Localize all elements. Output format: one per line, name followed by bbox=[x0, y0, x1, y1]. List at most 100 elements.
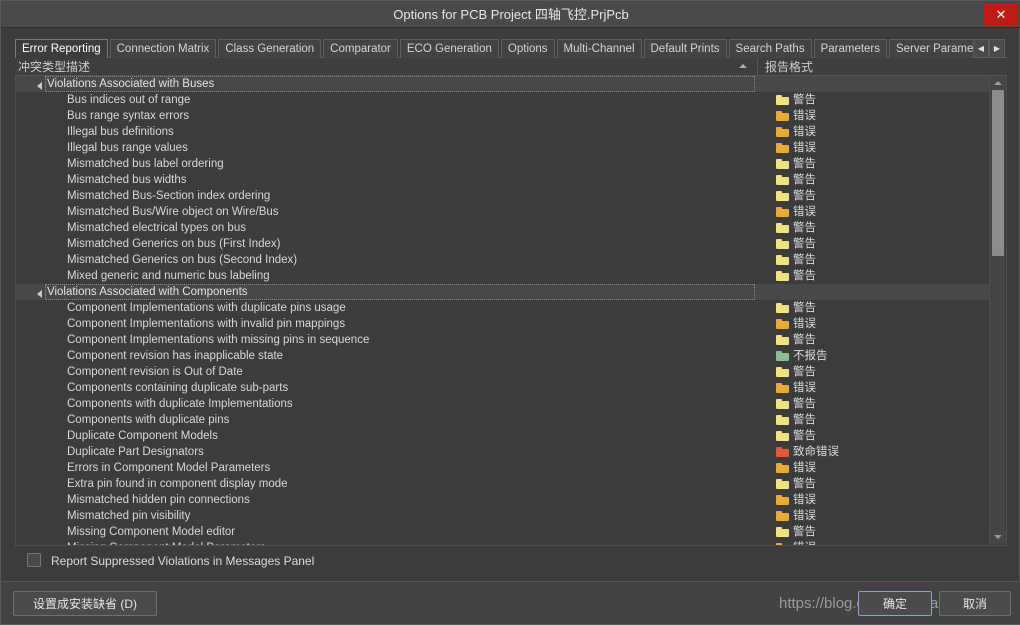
violation-name: Violations Associated with Buses bbox=[47, 78, 215, 90]
tab-comparator[interactable]: Comparator bbox=[323, 39, 398, 58]
violation-row[interactable]: Component Implementations with missing p… bbox=[16, 332, 990, 348]
tab-options[interactable]: Options bbox=[500, 39, 555, 58]
tab-search-paths[interactable]: Search Paths bbox=[728, 39, 812, 58]
report-mode-label: 警告 bbox=[793, 430, 816, 442]
column-header-description-label: 冲突类型描述 bbox=[18, 60, 91, 74]
folder-icon bbox=[776, 447, 789, 457]
violation-row[interactable]: Components with duplicate pins 警告 bbox=[16, 412, 990, 428]
folder-icon bbox=[776, 351, 789, 361]
folder-icon bbox=[776, 271, 789, 281]
violation-row[interactable]: Duplicate Component Models 警告 bbox=[16, 428, 990, 444]
violation-row[interactable]: Mixed generic and numeric bus labeling 警告 bbox=[16, 268, 990, 284]
tab-error-reporting[interactable]: Error Reporting bbox=[15, 39, 108, 58]
violation-row[interactable]: Mismatched pin visibility 错误 bbox=[16, 508, 990, 524]
column-header-description[interactable]: 冲突类型描述 bbox=[15, 58, 758, 76]
folder-icon bbox=[776, 383, 789, 393]
folder-icon bbox=[776, 415, 789, 425]
violation-name: Component Implementations with missing p… bbox=[67, 334, 370, 346]
column-header-report-mode[interactable]: 报告格式 bbox=[759, 58, 988, 76]
report-suppressed-row: Report Suppressed Violations in Messages… bbox=[15, 549, 1007, 573]
report-mode-label: 警告 bbox=[793, 334, 816, 346]
report-mode-label: 警告 bbox=[793, 478, 816, 490]
tab-scroll-left-icon[interactable]: ◀ bbox=[973, 39, 989, 58]
violation-row[interactable]: Missing Component Model editor 警告 bbox=[16, 524, 990, 540]
violation-group-row[interactable]: Violations Associated with Components bbox=[16, 284, 990, 300]
cancel-button[interactable]: 取消 bbox=[939, 591, 1011, 616]
violation-name: Bus indices out of range bbox=[67, 94, 191, 106]
violation-row[interactable]: Bus indices out of range 警告 bbox=[16, 92, 990, 108]
violation-group-row[interactable]: Violations Associated with Buses bbox=[16, 76, 990, 92]
collapse-arrow-icon[interactable] bbox=[37, 82, 42, 90]
violation-row[interactable]: Missing Component Model Parameters 错误 bbox=[16, 540, 990, 545]
folder-icon bbox=[776, 223, 789, 233]
violations-list-rows: Violations Associated with Buses Bus indi… bbox=[16, 76, 990, 545]
tab-connection-matrix[interactable]: Connection Matrix bbox=[109, 39, 217, 58]
report-mode-label: 错误 bbox=[793, 494, 816, 506]
scroll-down-icon[interactable] bbox=[990, 530, 1006, 544]
tab-label: Error Reporting bbox=[22, 43, 101, 55]
set-install-defaults-button[interactable]: 设置成安装缺省 (D) bbox=[13, 591, 157, 616]
violation-name: Components with duplicate pins bbox=[67, 414, 230, 426]
violation-row[interactable]: Extra pin found in component display mod… bbox=[16, 476, 990, 492]
violation-name: Extra pin found in component display mod… bbox=[67, 478, 288, 490]
violation-name: Mismatched Generics on bus (First Index) bbox=[67, 238, 281, 250]
folder-icon bbox=[776, 543, 789, 545]
violation-name: Bus range syntax errors bbox=[67, 110, 190, 122]
violation-row[interactable]: Component revision has inapplicable stat… bbox=[16, 348, 990, 364]
violation-row[interactable]: Mismatched Bus-Section index ordering 警告 bbox=[16, 188, 990, 204]
tab-label: Comparator bbox=[330, 43, 391, 55]
report-mode-label: 错误 bbox=[793, 462, 816, 474]
tab-label: ECO Generation bbox=[406, 43, 492, 55]
violation-row[interactable]: Components containing duplicate sub-part… bbox=[16, 380, 990, 396]
violation-row[interactable]: Bus range syntax errors 错误 bbox=[16, 108, 990, 124]
violation-row[interactable]: Mismatched Bus/Wire object on Wire/Bus 错误 bbox=[16, 204, 990, 220]
violation-row[interactable]: Mismatched hidden pin connections 错误 bbox=[16, 492, 990, 508]
violation-name: Mismatched Bus-Section index ordering bbox=[67, 190, 271, 202]
tab-default-prints[interactable]: Default Prints bbox=[643, 39, 727, 58]
violations-list[interactable]: Violations Associated with Buses Bus indi… bbox=[15, 76, 1007, 546]
scrollbar-thumb[interactable] bbox=[992, 90, 1004, 256]
tab-label: Connection Matrix bbox=[116, 43, 210, 55]
violation-name: Component revision has inapplicable stat… bbox=[67, 350, 284, 362]
report-mode-label: 警告 bbox=[793, 190, 816, 202]
violation-name: Component revision is Out of Date bbox=[67, 366, 243, 378]
violation-row[interactable]: Mismatched Generics on bus (Second Index… bbox=[16, 252, 990, 268]
tab-label: Class Generation bbox=[225, 43, 315, 55]
violation-row[interactable]: Component Implementations with duplicate… bbox=[16, 300, 990, 316]
violation-row[interactable]: Components with duplicate Implementation… bbox=[16, 396, 990, 412]
violation-row[interactable]: Mismatched bus label ordering 警告 bbox=[16, 156, 990, 172]
tab-label: Search Paths bbox=[735, 43, 805, 55]
folder-icon bbox=[776, 95, 789, 105]
collapse-arrow-icon[interactable] bbox=[37, 290, 42, 298]
violation-name: Component Implementations with invalid p… bbox=[67, 318, 346, 330]
tab-strip: Error Reporting Connection Matrix Class Ge… bbox=[15, 39, 1007, 77]
title-bar: Options for PCB Project 四轴飞控.PrjPcb ✕ bbox=[1, 1, 1020, 28]
folder-icon bbox=[776, 207, 789, 217]
close-icon[interactable]: ✕ bbox=[984, 4, 1018, 26]
tab-scroll-right-icon[interactable]: ▶ bbox=[989, 39, 1005, 58]
report-suppressed-checkbox[interactable] bbox=[27, 553, 41, 567]
violation-row[interactable]: Illegal bus range values 错误 bbox=[16, 140, 990, 156]
window-title: Options for PCB Project 四轴飞控.PrjPcb bbox=[393, 7, 629, 22]
report-suppressed-label: Report Suppressed Violations in Messages… bbox=[51, 554, 315, 568]
tab-multi-channel[interactable]: Multi-Channel bbox=[556, 39, 642, 58]
violation-row[interactable]: Component revision is Out of Date 警告 bbox=[16, 364, 990, 380]
violation-row[interactable]: Mismatched bus widths 警告 bbox=[16, 172, 990, 188]
violation-row[interactable]: Mismatched electrical types on bus 警告 bbox=[16, 220, 990, 236]
vertical-scrollbar[interactable] bbox=[989, 76, 1006, 544]
ok-button[interactable]: 确定 bbox=[858, 591, 932, 616]
tab-class-generation[interactable]: Class Generation bbox=[218, 39, 322, 58]
violation-row[interactable]: Component Implementations with invalid p… bbox=[16, 316, 990, 332]
violation-row[interactable]: Duplicate Part Designators 致命错误 bbox=[16, 444, 990, 460]
violation-row[interactable]: Illegal bus definitions 错误 bbox=[16, 124, 990, 140]
tab-label: Parameters bbox=[820, 43, 881, 55]
scroll-up-icon[interactable] bbox=[990, 76, 1006, 90]
report-mode-label: 警告 bbox=[793, 174, 816, 186]
violation-name: Missing Component Model editor bbox=[67, 526, 236, 538]
violation-row[interactable]: Mismatched Generics on bus (First Index)… bbox=[16, 236, 990, 252]
report-mode-label: 警告 bbox=[793, 158, 816, 170]
tab-eco-generation[interactable]: ECO Generation bbox=[399, 39, 499, 58]
report-mode-label: 错误 bbox=[793, 206, 816, 218]
tab-parameters[interactable]: Parameters bbox=[813, 39, 888, 58]
violation-row[interactable]: Errors in Component Model Parameters 错误 bbox=[16, 460, 990, 476]
